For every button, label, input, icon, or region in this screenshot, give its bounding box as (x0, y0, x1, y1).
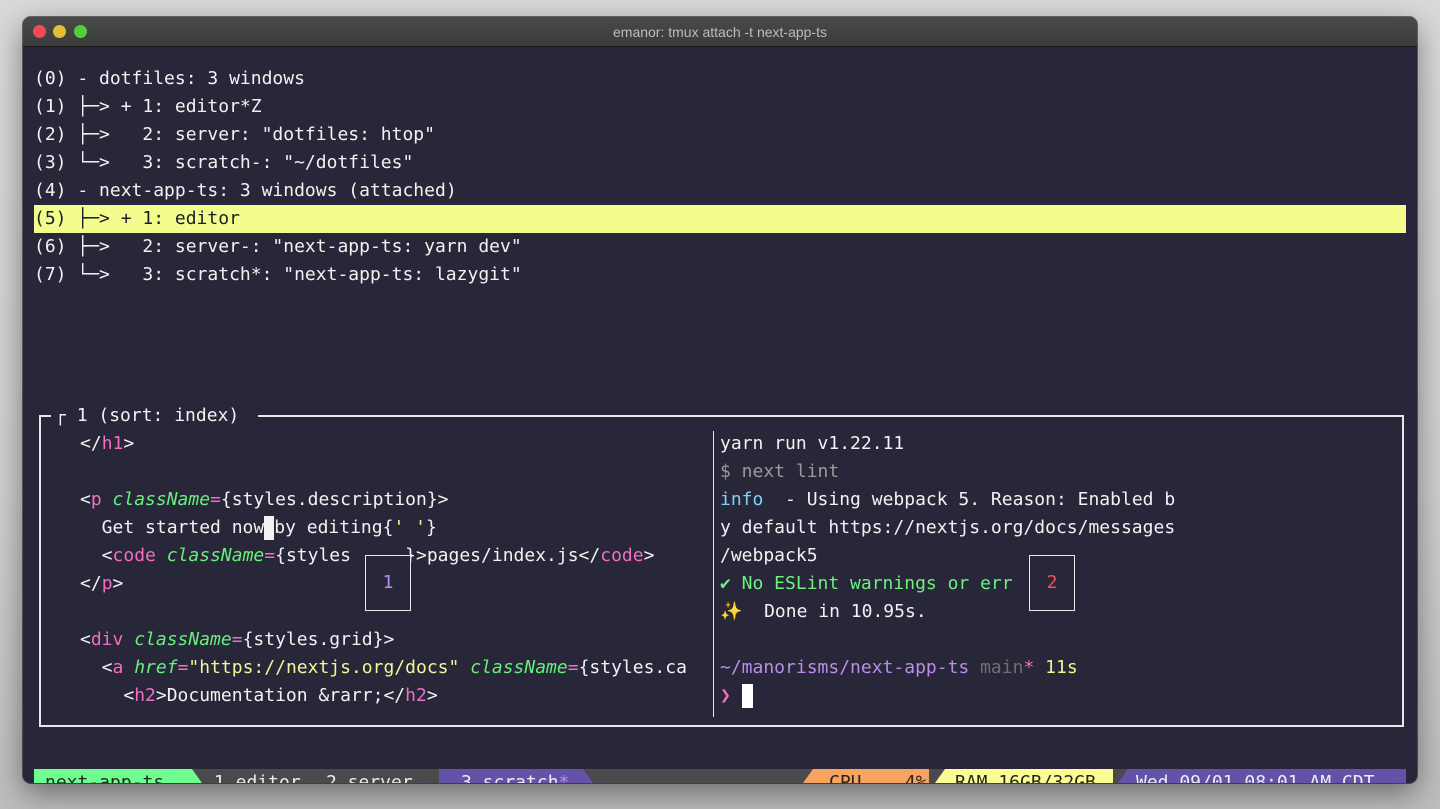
tree-row-session[interactable]: (4) - next-app-ts: 3 windows (attached) (34, 177, 1406, 205)
code-line: <h2>Documentation &rarr;</h2> (80, 685, 438, 706)
pane-number-indicator[interactable]: 1 (365, 555, 411, 611)
row-index: (5) (34, 208, 67, 229)
preview-title-text: 1 (sort: index) (76, 405, 240, 426)
code-line: </h1> (80, 433, 135, 454)
row-text: next-app-ts: 3 windows (attached) (99, 180, 457, 201)
row-text: + 1: editor*Z (120, 96, 262, 117)
powerline-separator (803, 769, 813, 783)
code-line: </p> (80, 573, 124, 594)
output-line: ✔ No ESLint warnings or err (720, 573, 1013, 594)
output-line: y default https://nextjs.org/docs/messag… (720, 517, 1176, 538)
pane-number-indicator[interactable]: 2 (1029, 555, 1075, 611)
tree-branch: └─> (66, 264, 121, 285)
tmux-status-bar: next-app-ts 1 editor 2 server- 3 scratch… (34, 769, 1406, 783)
code-line: <a href="https://nextjs.org/docs" classN… (80, 657, 687, 678)
code-line: Get started now by editing{' '} (80, 516, 437, 540)
shell-prompt: ~/manorisms/next-app-ts main* 11s (720, 657, 1078, 678)
row-index: (2) (34, 124, 67, 145)
tree-row-window[interactable]: (2) ├─> 2: server: "dotfiles: htop" (34, 121, 1406, 149)
sparkles-icon: ✨ (720, 601, 743, 622)
session-name[interactable]: next-app-ts (34, 769, 192, 783)
tree-row-window[interactable]: (7) └─> 3: scratch*: "next-app-ts: lazyg… (34, 261, 1406, 289)
tree-row-window[interactable]: (3) └─> 3: scratch-: "~/dotfiles" (34, 149, 1406, 177)
window-tab-editor[interactable]: 1 editor (214, 769, 301, 783)
row-index: (4) (34, 180, 67, 201)
tree-row-window[interactable]: (6) ├─> 2: server-: "next-app-ts: yarn d… (34, 233, 1406, 261)
row-text: 3: scratch-: "~/dotfiles" (120, 152, 414, 173)
tree-branch: - (66, 68, 100, 89)
output-line: ✨ Done in 10.95s. (720, 601, 927, 622)
output-line: yarn run v1.22.11 (720, 433, 905, 454)
tree-branch: - (66, 180, 100, 201)
text-cursor (741, 684, 753, 708)
row-text: dotfiles: 3 windows (99, 68, 305, 89)
window-tab-server[interactable]: 2 server- (326, 769, 424, 783)
tree-branch: ├─> (66, 124, 121, 145)
powerline-separator (583, 769, 593, 783)
output-line: /webpack5 (720, 545, 818, 566)
row-index: (7) (34, 264, 67, 285)
ram-indicator: RAM 16GB/32GB (945, 769, 1113, 783)
code-line: <p className={styles.description}> (80, 489, 449, 510)
row-index: (3) (34, 152, 67, 173)
output-line: $ next lint (720, 461, 840, 482)
row-index: (6) (34, 236, 67, 257)
powerline-separator (935, 769, 945, 783)
tree-branch: ├─> (66, 208, 121, 229)
preview-title: ┌ 1 (sort: index) (51, 402, 259, 430)
clock: Wed 09/01 08:01 AM CDT (1128, 769, 1406, 783)
powerline-separator (1118, 769, 1128, 783)
title-bar: emanor: tmux attach -t next-app-ts (23, 17, 1417, 47)
tree-row-window-selected[interactable]: (5) ├─> + 1: editor (34, 205, 1406, 233)
row-text: + 1: editor (120, 208, 240, 229)
code-line: <div className={styles.grid}> (80, 629, 395, 650)
tree-branch: ├─> (66, 236, 121, 257)
tree-row-window[interactable]: (1) ├─> + 1: editor*Z (34, 93, 1406, 121)
powerline-separator (192, 769, 202, 783)
row-text: 3: scratch*: "next-app-ts: lazygit" (120, 264, 522, 285)
shell-input-line[interactable]: ❯ (720, 682, 753, 710)
terminal-window: emanor: tmux attach -t next-app-ts (0) -… (23, 17, 1417, 783)
tree-branch: └─> (66, 152, 121, 173)
tree-row-session[interactable]: (0) - dotfiles: 3 windows (34, 65, 1406, 93)
row-text: 2: server: "dotfiles: htop" (120, 124, 435, 145)
terminal-content: (0) - dotfiles: 3 windows (1) ├─> + 1: e… (23, 47, 1417, 783)
cpu-indicator: CPU 4% (813, 769, 929, 783)
window-tab-scratch-active[interactable]: 3 scratch* (439, 769, 583, 783)
prompt-chevron-icon: ❯ (720, 685, 731, 706)
pane-divider[interactable] (713, 431, 714, 717)
row-text: 2: server-: "next-app-ts: yarn dev" (120, 236, 522, 257)
text-cursor (264, 516, 275, 540)
window-title: emanor: tmux attach -t next-app-ts (613, 24, 827, 40)
row-index: (1) (34, 96, 67, 117)
output-line: info - Using webpack 5. Reason: Enabled … (720, 489, 1176, 510)
tree-branch: ├─> (66, 96, 121, 117)
row-index: (0) (34, 68, 67, 89)
